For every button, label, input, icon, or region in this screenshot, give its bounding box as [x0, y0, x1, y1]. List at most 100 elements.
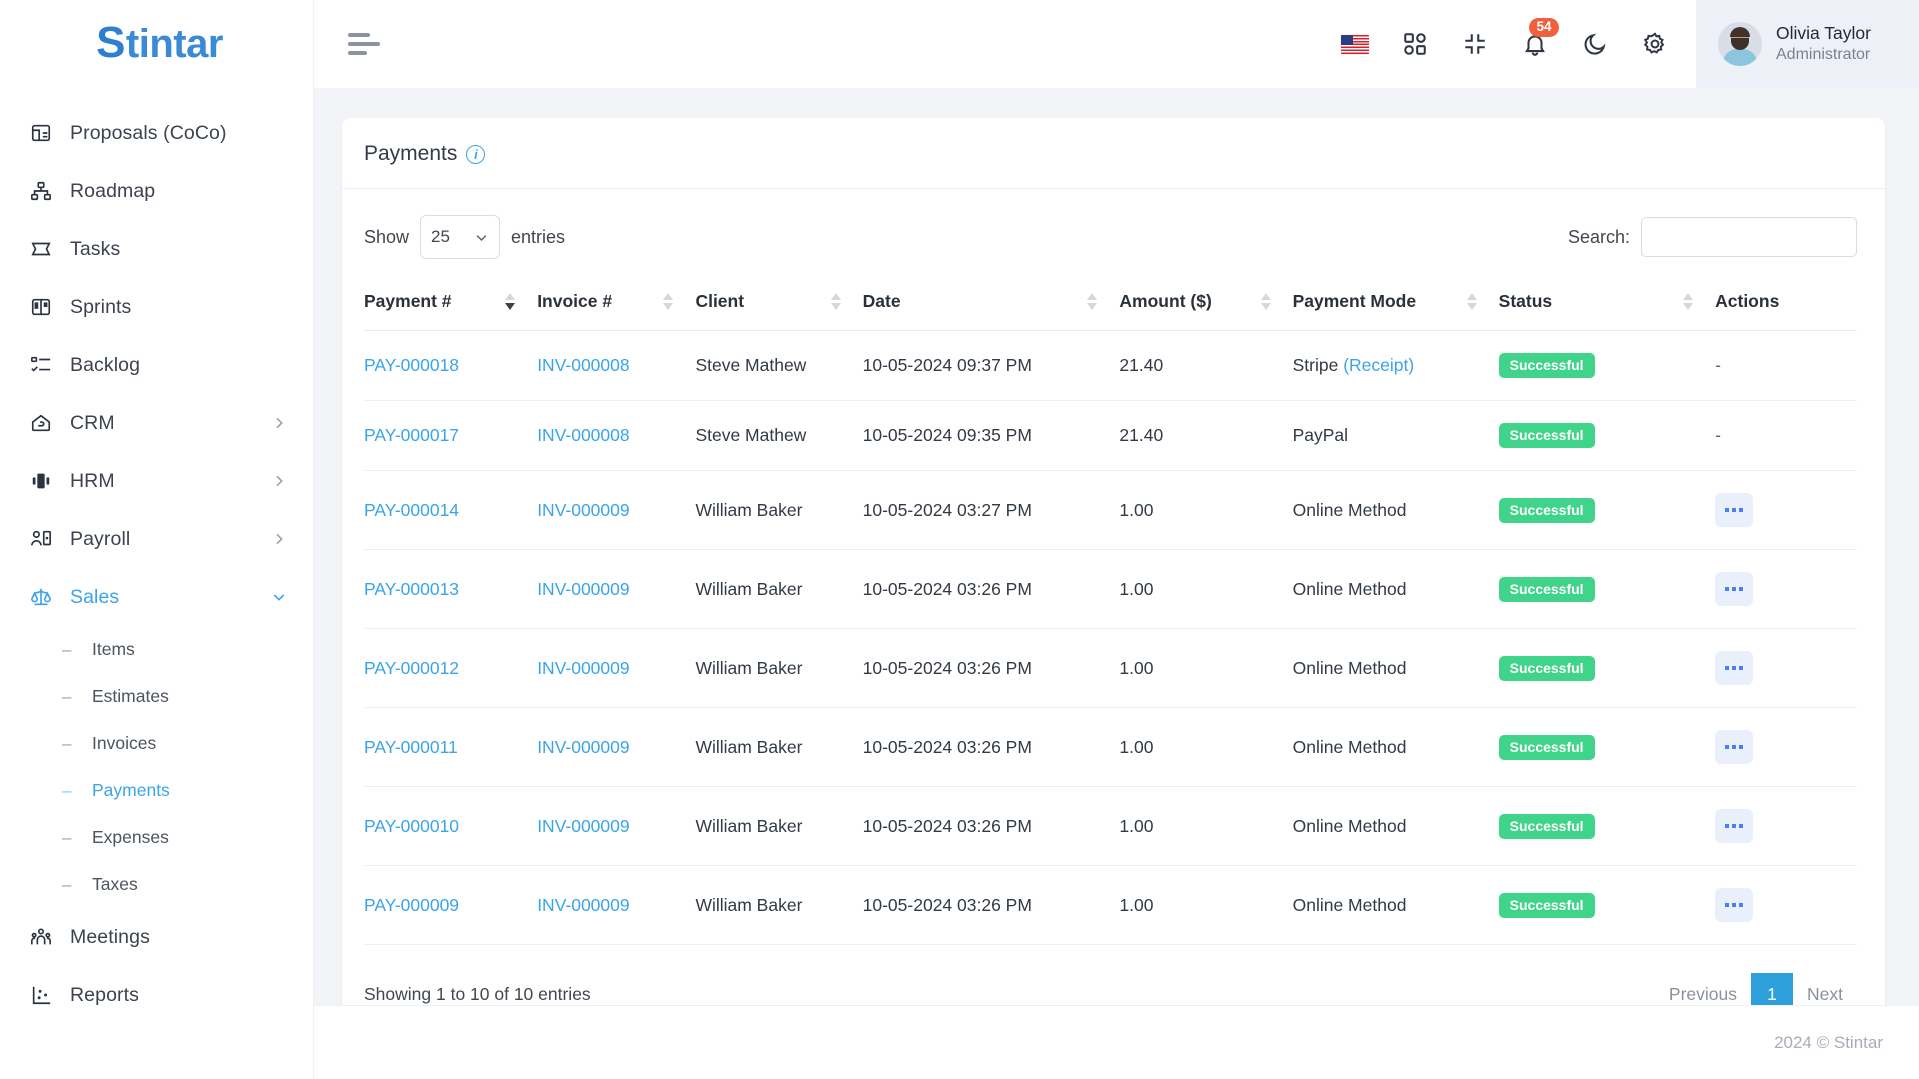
payment-link[interactable]: PAY-000018 — [364, 355, 459, 375]
sidebar-item-proposals[interactable]: Proposals (CoCo) — [0, 104, 313, 162]
sidebar-subitem-label: Taxes — [92, 874, 138, 894]
sidebar-subitem-estimates[interactable]: – Estimates — [0, 673, 313, 720]
sidebar-item-tasks[interactable]: Tasks — [0, 220, 313, 278]
row-actions-button[interactable] — [1715, 493, 1754, 528]
sidebar-subitem-payments[interactable]: – Payments — [0, 767, 313, 814]
settings-gear-icon[interactable] — [1640, 29, 1670, 59]
sidebar-item-label: Payroll — [70, 527, 131, 550]
payment-link[interactable]: PAY-000011 — [364, 737, 458, 757]
search-input[interactable] — [1641, 217, 1857, 257]
sort-icon[interactable] — [1260, 293, 1271, 310]
invoice-link[interactable]: INV-000009 — [537, 579, 629, 599]
sort-icon[interactable] — [830, 293, 841, 310]
cell-client: William Baker — [695, 470, 863, 551]
sort-icon[interactable] — [505, 293, 516, 310]
cell-actions — [1715, 707, 1857, 788]
user-profile-menu[interactable]: Olivia Taylor Administrator — [1696, 0, 1919, 88]
sidebar-subitem-items[interactable]: – Items — [0, 626, 313, 673]
column-header-date[interactable]: Date — [862, 281, 1120, 331]
cell-invoice: INV-000009 — [537, 549, 696, 630]
payment-date: 10-05-2024 09:37 PM — [862, 355, 1032, 376]
footer: 2024 © Stintar — [314, 1005, 1919, 1079]
row-actions-button[interactable] — [1715, 888, 1754, 923]
column-label: Status — [1498, 291, 1553, 311]
cell-payment-mode: Stripe (Receipt) — [1292, 330, 1499, 402]
invoice-link[interactable]: INV-000009 — [537, 895, 629, 915]
chevron-down-icon — [474, 230, 489, 245]
brand-logo-mark: S — [96, 18, 125, 67]
column-header-amount[interactable]: Amount ($) — [1119, 281, 1293, 331]
cell-invoice: INV-000008 — [537, 330, 696, 402]
column-header-status[interactable]: Status — [1498, 281, 1716, 331]
sort-icon[interactable] — [663, 293, 674, 310]
sidebar-item-sprints[interactable]: Sprints — [0, 278, 313, 336]
invoice-link[interactable]: INV-000009 — [537, 816, 629, 836]
row-actions-button[interactable] — [1715, 572, 1754, 607]
payment-link[interactable]: PAY-000012 — [364, 658, 459, 678]
sort-icon[interactable] — [1466, 293, 1477, 310]
invoice-link[interactable]: INV-000008 — [537, 355, 629, 375]
brand-logo[interactable]: Stintar — [0, 0, 313, 88]
profile-role: Administrator — [1776, 45, 1871, 63]
column-header-invoice[interactable]: Invoice # — [537, 281, 696, 331]
page-length-group: Show 25 entries — [364, 215, 565, 259]
payments-table: Payment # Invoice # Client Date Amount (… — [364, 281, 1857, 946]
fullscreen-collapse-icon[interactable] — [1460, 29, 1490, 59]
receipt-link[interactable]: (Receipt) — [1343, 355, 1414, 375]
sort-icon[interactable] — [1683, 293, 1694, 310]
sort-icon[interactable] — [1087, 293, 1098, 310]
payment-mode: PayPal — [1292, 425, 1349, 446]
column-header-payment[interactable]: Payment # — [364, 281, 538, 331]
payment-mode: Online Method — [1292, 894, 1407, 915]
sidebar-item-crm[interactable]: CRM — [0, 394, 313, 452]
chevron-right-icon — [271, 531, 287, 547]
payment-link[interactable]: PAY-000017 — [364, 425, 459, 445]
brand-logo-text: tintar — [125, 22, 224, 66]
row-actions-button[interactable] — [1715, 730, 1754, 765]
client-name: William Baker — [695, 578, 803, 599]
apps-grid-icon[interactable] — [1400, 29, 1430, 59]
search-label: Search: — [1567, 226, 1630, 247]
client-name: William Baker — [695, 894, 803, 915]
payment-link[interactable]: PAY-000010 — [364, 816, 459, 836]
page-length-select[interactable]: 25 — [420, 215, 501, 259]
cell-payment-mode: Online Method — [1292, 628, 1499, 709]
payment-mode: Online Method — [1292, 578, 1407, 599]
info-icon[interactable]: i — [466, 144, 486, 164]
dark-mode-moon-icon[interactable] — [1580, 29, 1610, 59]
column-header-payment-mode[interactable]: Payment Mode — [1292, 281, 1499, 331]
table-row: PAY-000009 INV-000009 William Baker 10-05-2… — [364, 865, 1857, 946]
sidebar-item-hrm[interactable]: HRM — [0, 452, 313, 510]
avatar — [1718, 22, 1762, 66]
row-actions-button[interactable] — [1715, 651, 1754, 686]
row-actions-button[interactable] — [1715, 809, 1754, 844]
language-flag-us-icon[interactable] — [1340, 29, 1370, 59]
payment-link[interactable]: PAY-000009 — [364, 895, 459, 915]
sidebar-item-meetings[interactable]: Meetings — [0, 908, 313, 966]
payment-mode: Online Method — [1292, 815, 1407, 836]
invoice-link[interactable]: INV-000009 — [537, 500, 629, 520]
chevron-right-icon — [271, 415, 287, 431]
sidebar-item-reports[interactable]: Reports — [0, 966, 313, 1024]
sidebar-item-backlog[interactable]: Backlog — [0, 336, 313, 394]
column-label: Actions — [1715, 291, 1780, 311]
notifications-bell-icon[interactable]: 54 — [1520, 18, 1559, 59]
payment-amount: 21.40 — [1119, 425, 1164, 446]
payment-link[interactable]: PAY-000014 — [364, 500, 459, 520]
sidebar-item-roadmap[interactable]: Roadmap — [0, 162, 313, 220]
payment-link[interactable]: PAY-000013 — [364, 579, 459, 599]
status-badge: Successful — [1498, 497, 1595, 523]
invoice-link[interactable]: INV-000008 — [537, 425, 629, 445]
cell-status: Successful — [1498, 707, 1716, 788]
card-header: Payments i — [342, 118, 1885, 189]
sidebar-item-sales[interactable]: Sales — [0, 568, 313, 626]
invoice-link[interactable]: INV-000009 — [537, 737, 629, 757]
sidebar-subitem-invoices[interactable]: – Invoices — [0, 720, 313, 767]
sidebar-item-payroll[interactable]: Payroll — [0, 510, 313, 568]
cell-actions — [1715, 470, 1857, 551]
sidebar-subitem-expenses[interactable]: – Expenses — [0, 814, 313, 861]
sidebar-subitem-taxes[interactable]: – Taxes — [0, 861, 313, 908]
hamburger-icon[interactable] — [348, 31, 382, 57]
invoice-link[interactable]: INV-000009 — [537, 658, 629, 678]
column-header-client[interactable]: Client — [695, 281, 863, 331]
